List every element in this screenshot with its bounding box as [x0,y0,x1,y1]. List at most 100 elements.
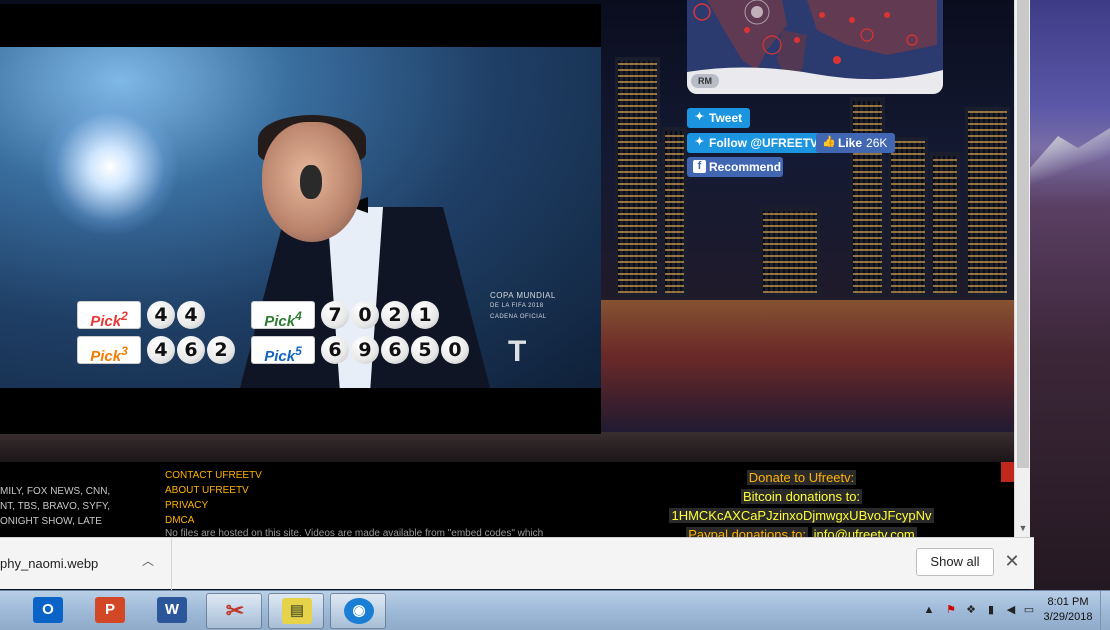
watermark-line: COPA MUNDIAL [490,291,556,300]
action-center-icon[interactable]: ⚑ [944,603,958,617]
watermark-line: CADENA OFICIAL [490,314,547,320]
taskbar-app-browser[interactable]: ◉ [330,593,386,629]
recommend-label: Recommend [709,160,782,174]
snipping-tool-icon: ✂ [225,598,245,623]
show-all-button[interactable]: Show all [916,548,994,576]
download-file-name[interactable]: phy_naomi.webp [0,556,98,571]
site-footer: MILY, FOX NEWS, CNN, NT, TBS, BRAVO, SYF… [0,462,1014,537]
dropbox-icon[interactable]: ❖ [964,603,978,617]
footer-category-line: NT, TBS, BRAVO, SYFY, [0,501,111,512]
clock-time[interactable]: 8:01 PM [1038,596,1098,608]
pick4-logo: Pick4 [251,301,315,330]
pick5-ball: 0 [441,336,469,364]
clock-date[interactable]: 3/29/2018 [1038,611,1098,623]
scrollbar-thumb[interactable] [1017,0,1029,468]
pick3-logo: Pick3 [77,336,141,365]
footer-categories: MILY, FOX NEWS, CNN, NT, TBS, BRAVO, SYF… [0,484,110,529]
stage-spotlight [40,97,180,237]
tweet-button[interactable]: ✦ Tweet [687,108,751,128]
watermark-line: DE LA FIFA 2018 [490,303,544,309]
like-label: Like [838,136,863,150]
volume-icon[interactable]: ◀ [1004,603,1018,617]
footer-links: CONTACT UFREETV ABOUT UFREETV PRIVACY DM… [165,468,262,528]
taskbar-app-outlook[interactable]: O [20,593,76,629]
about-link[interactable]: ABOUT UFREETV [165,483,262,498]
download-item[interactable]: phy_naomi.webp ︿ [0,538,172,590]
desktop-wallpaper-strip [1030,0,1110,592]
chevron-up-icon[interactable]: ︿ [140,552,156,568]
powerpoint-icon: P [95,597,125,623]
scroll-down-arrow-icon[interactable]: ▼ [1015,521,1031,535]
twitter-bird-icon: ✦ [694,111,705,123]
twitter-bird-icon: ✦ [694,136,705,148]
download-bar: phy_naomi.webp ︿ Show all ✕ [0,537,1034,590]
outlook-icon: O [33,597,63,623]
video-player[interactable]: Pick2 4 4 Pick3 4 6 2 Pick4 7 0 2 1 Pick… [0,4,601,434]
browser-shield-icon: ◉ [344,598,374,624]
building [662,127,687,297]
thumbs-up-icon: 👍 [822,136,836,148]
world-map-graphic [687,0,943,94]
pick4-ball: 1 [411,301,439,329]
close-icon[interactable]: ✕ [1001,550,1023,572]
pick5-ball: 6 [321,336,349,364]
channel-watermark: COPA MUNDIAL DE LA FIFA 2018 CADENA OFIC… [490,290,580,323]
pick5-ball: 5 [411,336,439,364]
facebook-icon: f [693,160,706,173]
video-frame[interactable]: Pick2 4 4 Pick3 4 6 2 Pick4 7 0 2 1 Pick… [0,47,601,388]
footer-category-line: MILY, FOX NEWS, CNN, [0,486,111,497]
pick5-ball: 9 [351,336,379,364]
building [888,137,928,297]
tweet-label: Tweet [709,111,743,125]
pick2-logo: Pick2 [77,301,141,330]
follow-button[interactable]: ✦ Follow @UFREETV [687,133,827,153]
page-lower-band [0,432,1030,462]
building [930,152,960,297]
page-scrollbar[interactable]: ▼ [1014,0,1030,537]
word-icon: W [157,597,187,623]
pick5-logo: Pick5 [251,336,315,365]
pick4-ball: 2 [381,301,409,329]
contact-link[interactable]: CONTACT UFREETV [165,468,262,483]
privacy-link[interactable]: PRIVACY [165,498,262,513]
taskbar-app-sticky-notes[interactable]: ▤ [268,593,324,629]
display-icon[interactable]: ▭ [1022,603,1036,617]
pick5-ball: 6 [381,336,409,364]
bitcoin-address[interactable]: 1HMCKcAXCaPJzinxoDjmwgxUBvoJFcypNv [669,508,934,523]
footer-accent [1001,462,1014,482]
follow-label: Follow @UFREETV [709,136,819,150]
pick3-ball: 6 [177,336,205,364]
pick3-ball: 2 [207,336,235,364]
pick4-ball: 0 [351,301,379,329]
visitor-map-widget[interactable]: RM [687,0,943,94]
bitcoin-label: Bitcoin donations to: [740,489,863,504]
building [760,207,820,297]
tray-expand-icon[interactable]: ▲ [922,603,936,617]
show-desktop-button[interactable] [1100,591,1110,630]
pick3-ball: 4 [147,336,175,364]
dmca-link[interactable]: DMCA [165,513,262,528]
sticky-notes-icon: ▤ [282,598,312,624]
hosting-disclaimer: No files are hosted on this site. Videos… [165,528,544,537]
facebook-like-button[interactable]: 👍 Like 26K [816,133,896,153]
channel-logo: T [508,335,527,368]
taskbar-app-word[interactable]: W [144,593,200,629]
paypal-label: Paypal donations to: [686,527,809,537]
paypal-email[interactable]: info@ufreetv.com [811,527,917,537]
recommend-button[interactable]: f Recommend [687,157,783,177]
building [850,97,885,297]
donate-title: Donate to Ufreetv: [746,470,857,485]
footer-category-line: ONIGHT SHOW, LATE [0,516,102,527]
donation-panel: Donate to Ufreetv: Bitcoin donations to:… [660,468,943,537]
network-icon[interactable]: ▮ [984,603,998,617]
pick2-ball: 4 [147,301,175,329]
taskbar-app-powerpoint[interactable]: P [82,593,138,629]
mountain-graphic [1030,128,1110,200]
pick4-ball: 7 [321,301,349,329]
river-reflection [600,300,1030,440]
pick2-ball: 4 [177,301,205,329]
microphone [300,165,322,199]
taskbar-app-snipping[interactable]: ✂ [206,593,262,629]
like-count: 26K [866,136,888,150]
building [965,107,1010,297]
